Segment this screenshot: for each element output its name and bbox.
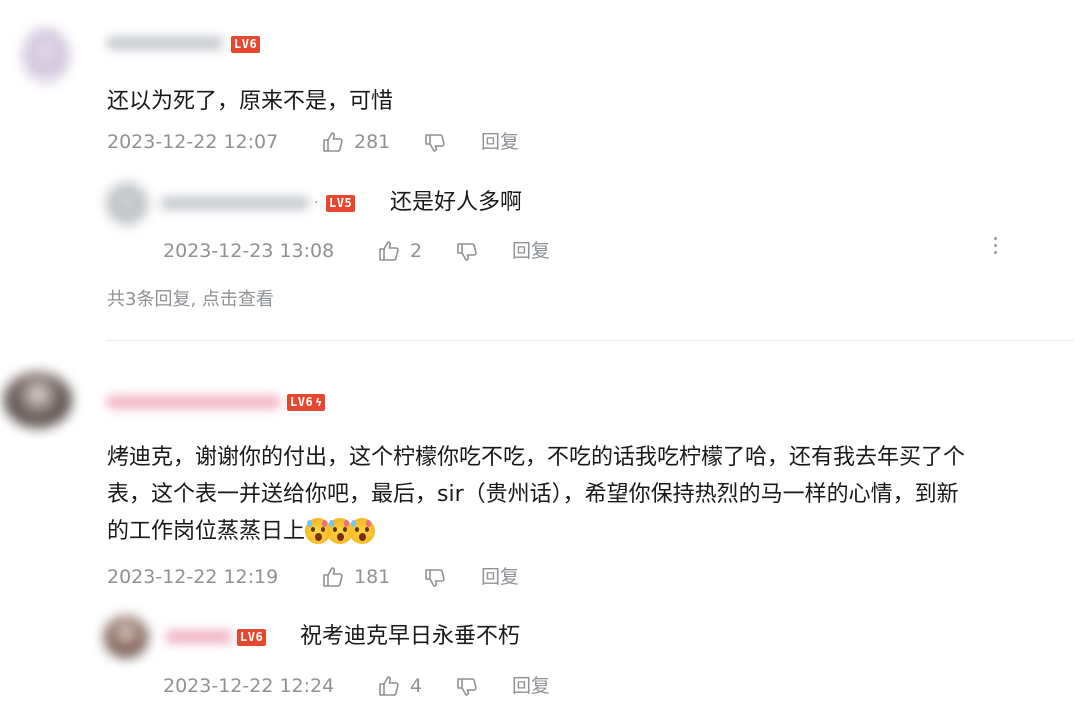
like-count: 181 [354,566,391,588]
reply-time: 2023-12-22 12:24 [163,675,335,697]
like-count: 4 [410,675,423,697]
username-blurred[interactable] [106,36,224,50]
avatar[interactable] [22,28,70,84]
more-vertical-icon[interactable] [993,237,999,258]
thumb-up-icon[interactable] [321,565,345,589]
like-count: 2 [410,240,423,262]
reply-time: 2023-12-23 13:08 [163,240,335,262]
divider [106,340,1074,341]
thumb-down-icon[interactable] [423,131,447,155]
level-badge: LV6 [237,629,267,646]
username-dot: · [314,195,319,211]
username-blurred[interactable] [165,630,233,644]
reply-button[interactable]: 回复 [481,130,519,154]
comment-text: 烤迪克，谢谢你的付出，这个柠檬你吃不吃，不吃的话我吃柠檬了哈，还有我去年买了个 … [107,439,965,550]
like-count: 281 [354,131,391,153]
lightning-icon: ϟ [315,396,323,409]
level-badge: LV6 ϟ [287,394,326,411]
comment-line: 的工作岗位蒸蒸日上 [107,519,306,544]
username-blurred[interactable] [160,196,310,210]
level-badge: LV6 [231,36,261,53]
thumb-up-icon[interactable] [377,239,401,263]
comment-line: 烤迪克，谢谢你的付出，这个柠檬你吃不吃，不吃的话我吃柠檬了哈，还有我去年买了个 [107,445,966,470]
comment-text: 还以为死了，原来不是，可惜 [107,89,394,114]
comment-line-with-emoji: 的工作岗位蒸蒸日上 [107,513,965,550]
level-badge: LV5 [326,195,356,212]
avatar[interactable] [104,616,148,658]
reply-button[interactable]: 回复 [512,674,550,698]
comment-time: 2023-12-22 12:07 [107,131,279,153]
reply-text: 还是好人多啊 [390,190,523,215]
view-more-replies[interactable]: 共3条回复, 点击查看 [107,288,274,312]
thumb-down-icon[interactable] [455,675,479,699]
avatar[interactable] [106,183,148,225]
crying-emoji [349,518,376,544]
reply-text: 祝考迪克早日永垂不朽 [300,624,521,649]
thumb-up-icon[interactable] [377,674,401,698]
thumb-up-icon[interactable] [321,130,345,154]
reply-button[interactable]: 回复 [512,239,550,263]
level-badge-text: LV6 [290,395,314,409]
avatar[interactable] [4,372,72,428]
comment-line: 表，这个表一并送给你吧，最后，sir（贵州话），希望你保持热烈的马一样的心情，到… [107,482,959,507]
username-blurred[interactable] [106,395,281,409]
comment-time: 2023-12-22 12:19 [107,566,279,588]
thumb-down-icon[interactable] [455,240,479,264]
reply-button[interactable]: 回复 [481,565,519,589]
thumb-down-icon[interactable] [423,566,447,590]
